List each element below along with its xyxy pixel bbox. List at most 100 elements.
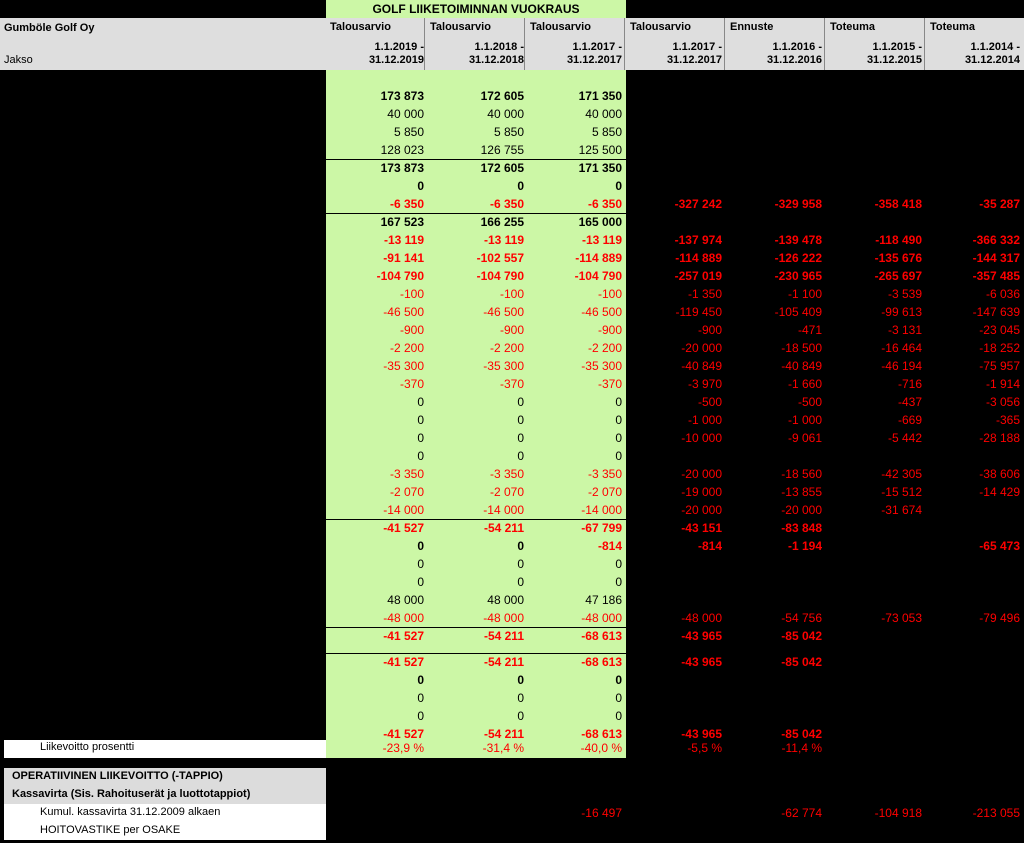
table-cell: -46 500	[581, 305, 622, 319]
table-cell: 0	[417, 413, 424, 427]
table-cell: 173 873	[380, 161, 424, 175]
kumul-cell: -104 918	[874, 806, 922, 820]
table-cell: -100	[499, 287, 524, 301]
table-cell: -3 970	[687, 377, 722, 391]
table-cell: -3 131	[887, 323, 922, 337]
company-name: Gumböle Golf Oy	[4, 22, 95, 34]
column-separator	[924, 18, 925, 70]
column-period-start-1: 1.1.2018 -	[474, 41, 524, 53]
table-cell: -20 000	[681, 467, 722, 481]
table-cell: -5 442	[887, 431, 922, 445]
table-row: -100 -100 -100 -1 350 -1 100 -3 539 -6 036	[0, 286, 1024, 304]
table-cell: -1 000	[687, 413, 722, 427]
operatiivinen-label: OPERATIIVINEN LIIKEVOITTO (-TAPPIO) Kass…	[4, 768, 326, 804]
table-row: -46 500 -46 500 -46 500 -119 450 -105 409 -99…	[0, 304, 1024, 322]
table-cell: -85 042	[781, 629, 822, 643]
table-cell: 0	[615, 431, 622, 445]
table-row: -2 200 -2 200 -2 200 -20 000 -18 500 -16 464 -…	[0, 340, 1024, 358]
table-cell: 0	[615, 673, 622, 687]
table-cell: 125 500	[578, 143, 622, 157]
table-cell: 172 605	[480, 161, 524, 175]
table-cell: 0	[517, 539, 524, 553]
table-cell: 173 873	[380, 89, 424, 103]
table-cell: 5 850	[493, 125, 524, 139]
table-cell: -35 300	[483, 359, 524, 373]
table-row: -3 350 -3 350 -3 350 -20 000 -18 560 -42 305 -…	[0, 466, 1024, 484]
column-period-start-3: 1.1.2017 -	[672, 41, 722, 53]
table-cell: -104 790	[376, 269, 424, 283]
table-cell: -41 527	[383, 629, 424, 643]
table-cell: -43 965	[681, 727, 722, 741]
column-separator	[624, 18, 625, 70]
table-cell: -2 070	[389, 485, 424, 499]
table-row: 0 0 0	[0, 448, 1024, 466]
table-cell: -46 500	[483, 305, 524, 319]
table-cell: -1 000	[787, 413, 822, 427]
table-cell: -23 045	[979, 323, 1020, 337]
table-cell: -1 350	[687, 287, 722, 301]
table-cell: -28 188	[979, 431, 1020, 445]
table-cell: -814	[597, 539, 622, 553]
table-cell: -265 697	[874, 269, 922, 283]
table-cell: -48 000	[383, 611, 424, 625]
table-cell: -42 305	[881, 467, 922, 481]
table-cell: 48 000	[387, 593, 424, 607]
table-cell: -14 000	[581, 503, 622, 517]
column-period-start-4: 1.1.2016 -	[772, 41, 822, 53]
table-cell: -18 252	[979, 341, 1020, 355]
table-cell: -20 000	[681, 341, 722, 355]
table-cell: 0	[417, 691, 424, 705]
column-type-1: Talousarvio	[430, 21, 491, 33]
kumul-text: Kumul. kassavirta 31.12.2009 alkaen	[40, 806, 221, 818]
table-cell: -38 606	[979, 467, 1020, 481]
column-type-4: Ennuste	[730, 21, 774, 33]
table-cell: 0	[417, 179, 424, 193]
table-cell: 5 850	[393, 125, 424, 139]
table-row: 0 0 0	[0, 178, 1024, 196]
table-cell: -9 061	[787, 431, 822, 445]
table-cell: 0	[517, 691, 524, 705]
table-cell: -40 849	[781, 359, 822, 373]
table-row: 0 0 0	[0, 690, 1024, 708]
table-cell: -48 000	[483, 611, 524, 625]
column-period-start-5: 1.1.2015 -	[872, 41, 922, 53]
liikevoitto-cell: -5,5 %	[687, 741, 722, 755]
table-cell: -2 200	[389, 341, 424, 355]
table-cell: -370	[597, 377, 622, 391]
table-row: 173 873 172 605 171 350	[0, 88, 1024, 106]
kumul-cell: -213 055	[972, 806, 1020, 820]
table-cell: 0	[517, 413, 524, 427]
table-cell: -85 042	[781, 655, 822, 669]
column-separator	[424, 18, 425, 70]
liikevoitto-row: Liikevoitto prosentti	[4, 740, 326, 758]
kumul-cell: -16 497	[581, 806, 622, 820]
table-cell: -370	[499, 377, 524, 391]
table-cell: 47 186	[585, 593, 622, 607]
column-type-5: Toteuma	[830, 21, 876, 33]
table-cell: -1 660	[787, 377, 822, 391]
table-row: -41 527 -54 211 -68 613 -43 965 -85 042	[0, 628, 1024, 646]
table-cell: -135 676	[874, 251, 922, 265]
liikevoitto-cell: -40,0 %	[580, 741, 622, 755]
table-row: 0 0 0 -10 000 -9 061 -5 442 -28 188	[0, 430, 1024, 448]
table-cell: 167 523	[380, 215, 424, 229]
table-cell: -73 053	[881, 611, 922, 625]
liikevoitto-cell: -31,4 %	[482, 741, 524, 755]
liikevoitto-cell: -11,4 %	[781, 741, 822, 755]
table-cell: -102 557	[476, 251, 524, 265]
table-cell: 126 755	[480, 143, 524, 157]
table-cell: -3 056	[985, 395, 1020, 409]
table-cell: -500	[697, 395, 722, 409]
column-period-end-0: 31.12.2019	[368, 54, 424, 66]
column-period-end-4: 31.12.2016	[766, 54, 822, 66]
table-cell: -147 639	[972, 305, 1020, 319]
table-cell: 171 350	[578, 89, 622, 103]
table-cell: -46 500	[383, 305, 424, 319]
table-cell: -105 409	[774, 305, 822, 319]
table-cell: 0	[417, 431, 424, 445]
liikevoitto-label: Liikevoitto prosentti	[40, 741, 135, 753]
table-cell: -900	[597, 323, 622, 337]
table-cell: -54 756	[781, 611, 822, 625]
table-cell: -14 000	[383, 503, 424, 517]
table-cell: -43 965	[681, 629, 722, 643]
